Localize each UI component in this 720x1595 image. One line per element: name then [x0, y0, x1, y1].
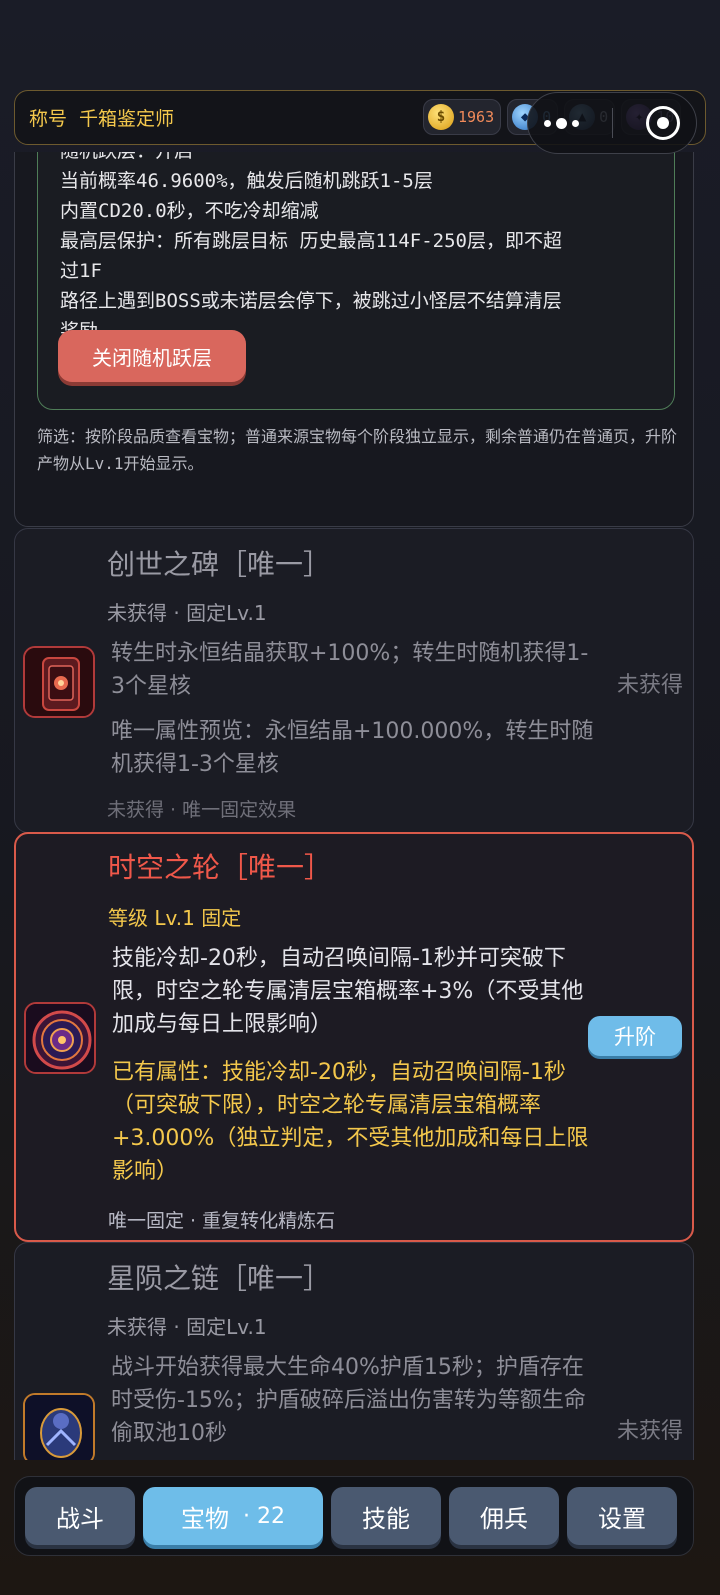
- capsule-divider: [611, 108, 613, 138]
- more-options-icon[interactable]: [544, 117, 580, 129]
- treasure-owned-attributes: 已有属性：技能冷却-20秒，自动召唤间隔-1秒（可突破下限），时空之轮专属清层宝…: [112, 1060, 589, 1184]
- treasure-description: 转生时永恒结晶获取+100%；转生时随机获得1-3个星核: [111, 641, 589, 699]
- tab-battle[interactable]: 战斗: [25, 1487, 135, 1545]
- treasure-scroll-area[interactable]: 随机跃层：开启 当前概率46.9600%，触发后随机跳跃1-5层 内置CD20.…: [0, 152, 720, 1460]
- not-obtained-status: 未获得: [616, 1419, 683, 1444]
- close-miniprogram-icon[interactable]: [645, 106, 680, 140]
- genesis-stele-icon: [23, 646, 95, 718]
- treasure-level: 等级 Lv.1 固定: [108, 906, 242, 930]
- gold-currency: $ 1963: [423, 99, 502, 135]
- tab-mercenary[interactable]: 佣兵: [449, 1487, 559, 1545]
- treasure-name: 星陨之链［唯一］: [107, 1262, 332, 1295]
- treasure-card-time-wheel[interactable]: 时空之轮［唯一］ 等级 Lv.1 固定 技能冷却-20秒，自动召唤间隔-1秒并可…: [14, 832, 694, 1242]
- upgrade-button[interactable]: 升阶: [588, 1016, 682, 1056]
- treasure-meta: 未获得 · 固定Lv.1: [107, 1315, 267, 1339]
- coin-icon: $: [428, 104, 454, 130]
- tab-skills[interactable]: 技能: [331, 1487, 441, 1545]
- title-value: 千箱鉴定师: [79, 108, 175, 130]
- jump-line: 过1F: [60, 260, 102, 282]
- treasure-name: 时空之轮［唯一］: [108, 851, 333, 884]
- tab-label: 佣兵: [480, 1504, 528, 1533]
- treasure-description: 技能冷却-20秒，自动召唤间隔-1秒并可突破下限，时空之轮专属清层宝箱概率+3%…: [112, 946, 584, 1037]
- tab-label: 技能: [362, 1504, 410, 1533]
- treasure-card-genesis-stele[interactable]: 创世之碑［唯一］ 未获得 · 固定Lv.1 转生时永恒结晶获取+100%；转生时…: [14, 528, 694, 833]
- tab-treasure[interactable]: 宝物 · 22: [143, 1487, 323, 1545]
- treasure-name: 创世之碑［唯一］: [107, 548, 332, 581]
- gold-value: 1963: [458, 108, 495, 126]
- filter-note: 筛选：按阶段品质查看宝物；普通来源宝物每个阶段独立显示，剩余普通仍在普通页，升阶…: [37, 427, 678, 473]
- miniprogram-capsule: [527, 92, 697, 154]
- jump-line: 当前概率46.9600%，触发后随机跳跃1-5层: [60, 170, 433, 192]
- treasure-footer: 未获得 · 唯一固定效果: [107, 799, 297, 821]
- title-label: 称号: [29, 108, 68, 130]
- bottom-nav: 战斗 宝物 · 22 技能 佣兵 设置: [14, 1476, 694, 1556]
- treasure-meta: 未获得 · 固定Lv.1: [107, 601, 267, 625]
- treasure-description: 战斗开始获得最大生命40%护盾15秒；护盾存在时受伤-15%；护盾破碎后溢出伤害…: [111, 1355, 586, 1446]
- tab-label: 战斗: [56, 1504, 104, 1533]
- jump-line: 随机跃层：开启: [60, 152, 652, 166]
- close-random-jump-button[interactable]: 关闭随机跃层: [58, 330, 246, 382]
- app-root: 随机跃层：开启 当前概率46.9600%，触发后随机跳跃1-5层 内置CD20.…: [0, 0, 720, 1595]
- star-chain-icon: [23, 1393, 95, 1460]
- jump-line: 路径上遇到BOSS或未诺层会停下，被跳过小怪层不结算清层: [60, 290, 562, 312]
- not-obtained-status: 未获得: [616, 673, 683, 698]
- tab-label: 宝物: [181, 1504, 229, 1533]
- treasure-count-badge: · 22: [243, 1503, 285, 1529]
- time-wheel-icon: [24, 1002, 96, 1074]
- treasure-footer: 唯一固定 · 重复转化精炼石: [108, 1210, 336, 1232]
- jump-line: 内置CD20.0秒，不吃冷却缩减: [60, 200, 319, 222]
- jump-line: 最高层保护：所有跳层目标 历史最高114F-250层，即不超: [60, 230, 562, 252]
- tab-settings[interactable]: 设置: [567, 1487, 677, 1545]
- treasure-card-star-chain[interactable]: 星陨之链［唯一］ 未获得 · 固定Lv.1 战斗开始获得最大生命40%护盾15秒…: [14, 1242, 694, 1460]
- filter-card: 随机跃层：开启 当前概率46.9600%，触发后随机跳跃1-5层 内置CD20.…: [14, 152, 694, 527]
- tab-label: 设置: [598, 1504, 646, 1533]
- random-jump-panel: 随机跃层：开启 当前概率46.9600%，触发后随机跳跃1-5层 内置CD20.…: [37, 152, 675, 410]
- treasure-preview: 唯一属性预览：永恒结晶+100.000%，转生时随机获得1-3个星核: [111, 719, 594, 777]
